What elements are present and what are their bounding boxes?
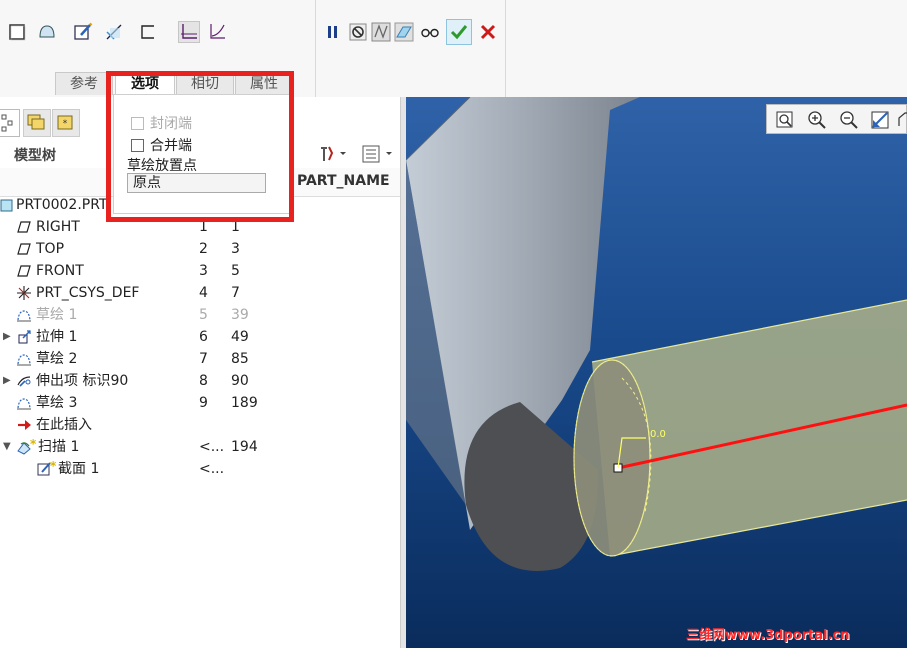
- datum-plane-icon: [16, 263, 32, 279]
- tab-references[interactable]: 参考: [55, 72, 113, 95]
- insert-arrow-icon: [16, 417, 32, 433]
- tree-item-col1: 7: [199, 351, 208, 367]
- highlight-box: [106, 71, 294, 222]
- repaint-icon[interactable]: [870, 110, 890, 130]
- expand-arrow-icon[interactable]: ▶: [3, 370, 11, 392]
- preview-icon[interactable]: [393, 21, 415, 43]
- surface-icon[interactable]: [36, 21, 58, 43]
- tree-tab-model[interactable]: [0, 109, 20, 137]
- no-preview-icon[interactable]: [347, 21, 369, 43]
- datum-plane-icon: [16, 241, 32, 257]
- ribbon-separator: [315, 0, 316, 97]
- tree-item-col1: 2: [199, 241, 208, 257]
- model-geometry: [406, 97, 907, 571]
- tree-item-col2: 5: [231, 263, 240, 279]
- tree-item-col1: 4: [199, 285, 208, 301]
- tree-item-col2: 39: [231, 307, 249, 323]
- tree-item-col1: 6: [199, 329, 208, 345]
- refit-icon[interactable]: [775, 110, 795, 130]
- horizontal-icon[interactable]: [178, 21, 200, 43]
- edit-section-icon[interactable]: [72, 21, 94, 43]
- tree-item[interactable]: 在此插入: [0, 414, 400, 436]
- column-part-name[interactable]: PART_NAME: [297, 173, 390, 189]
- svg-text:*: *: [63, 119, 68, 129]
- datum-plane-icon: [16, 219, 32, 235]
- tree-item-col2: 90: [231, 373, 249, 389]
- glasses-icon[interactable]: [419, 21, 441, 43]
- model-tree-title: 模型树: [14, 148, 56, 164]
- tree-item[interactable]: 草绘 3 9 189: [0, 392, 400, 414]
- extrude-icon: [16, 329, 32, 345]
- box-icon[interactable]: [6, 21, 28, 43]
- pause-icon[interactable]: [322, 21, 344, 43]
- tree-item-col1: 3: [199, 263, 208, 279]
- tree-item[interactable]: ▼ * 扫描 1 <... 194: [0, 436, 400, 458]
- tree-item[interactable]: 草绘 1 5 39: [0, 304, 400, 326]
- csys-icon: [16, 285, 32, 301]
- tree-item-label: FRONT: [36, 263, 84, 279]
- tree-item-label: 草绘 3: [36, 395, 78, 411]
- tree-item-col1: 8: [199, 373, 208, 389]
- zoom-in-icon[interactable]: [807, 110, 827, 130]
- tree-root-label: PRT0002.PRT: [16, 197, 108, 213]
- open-section-icon[interactable]: [137, 21, 159, 43]
- tree-item[interactable]: ▶ 伸出项 标识90 8 90: [0, 370, 400, 392]
- graphics-viewport[interactable]: 0.0: [406, 97, 907, 648]
- tree-item[interactable]: PRT_CSYS_DEF 4 7: [0, 282, 400, 304]
- tree-item-col1: <...: [199, 461, 225, 477]
- tree-tab-folder[interactable]: [23, 109, 51, 137]
- dimension-label[interactable]: 0.0: [650, 429, 666, 440]
- curve-icon[interactable]: [206, 21, 228, 43]
- cancel-icon[interactable]: [477, 21, 499, 43]
- tree-item-label: RIGHT: [36, 219, 80, 235]
- tree-item-col2: 49: [231, 329, 249, 345]
- new-feature-star-icon: *: [30, 437, 37, 451]
- tree-item[interactable]: 草绘 2 7 85: [0, 348, 400, 370]
- tree-tab-favorites[interactable]: *: [52, 109, 80, 137]
- ok-icon[interactable]: [446, 19, 472, 45]
- tree-item-label: 草绘 2: [36, 351, 78, 367]
- tree-item-col1: 9: [199, 395, 208, 411]
- sketch-icon: [16, 351, 32, 367]
- tree-settings-icon[interactable]: [318, 144, 348, 164]
- tree-item[interactable]: FRONT 3 5: [0, 260, 400, 282]
- sketch-icon: [16, 395, 32, 411]
- verify-icon[interactable]: [370, 21, 392, 43]
- part-icon: [0, 197, 16, 213]
- trim-icon[interactable]: [103, 21, 125, 43]
- watermark: 三维网www.3dportal.cn: [686, 628, 850, 643]
- ribbon-separator: [505, 0, 506, 97]
- tree-item[interactable]: TOP 2 3: [0, 238, 400, 260]
- tree-item-label: 在此插入: [36, 417, 92, 433]
- tree-item-col2: 7: [231, 285, 240, 301]
- tree-show-icon[interactable]: [360, 144, 396, 164]
- tree-item-label: 拉伸 1: [36, 329, 78, 345]
- collapse-arrow-icon[interactable]: ▼: [3, 436, 11, 458]
- tree-item[interactable]: ▶ 拉伸 1 6 49: [0, 326, 400, 348]
- tree-item-col2: 3: [231, 241, 240, 257]
- expand-arrow-icon[interactable]: ▶: [3, 326, 11, 348]
- tree-item-label: 扫描 1: [38, 439, 80, 455]
- saved-views-icon[interactable]: [897, 110, 907, 130]
- tree-item-col2: 189: [231, 395, 258, 411]
- sketch-icon: [16, 307, 32, 323]
- tree-item-col2: 85: [231, 351, 249, 367]
- tree-item[interactable]: * 截面 1 <...: [0, 458, 400, 480]
- tree-item-col1: <...: [199, 439, 225, 455]
- new-feature-star-icon: *: [50, 459, 57, 473]
- tree-item-col2: 194: [231, 439, 258, 455]
- tree-item-col1: 5: [199, 307, 208, 323]
- tree-item-label: 截面 1: [58, 461, 100, 477]
- tree-item-label: PRT_CSYS_DEF: [36, 285, 140, 301]
- protrusion-icon: [16, 373, 32, 389]
- tree-item-label: 草绘 1: [36, 307, 78, 323]
- zoom-out-icon[interactable]: [839, 110, 859, 130]
- tree-item-label: TOP: [36, 241, 65, 257]
- tree-item-label: 伸出项 标识90: [36, 373, 129, 389]
- view-toolbar: [766, 104, 907, 134]
